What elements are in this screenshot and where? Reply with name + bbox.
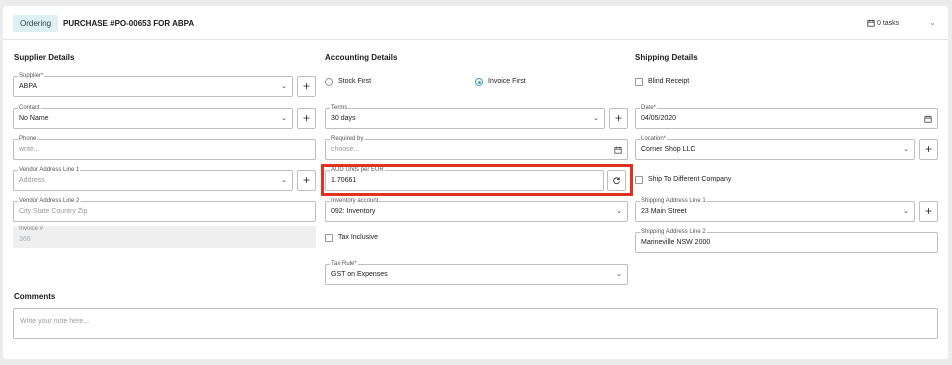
inventory-account-value: 092: Inventory bbox=[331, 208, 376, 215]
add-contact-button[interactable]: + bbox=[297, 108, 316, 129]
contact-label: Contact bbox=[18, 104, 41, 112]
terms-select[interactable]: Terms 30 days ⌄ bbox=[325, 104, 605, 129]
blind-receipt-label: Blind Receipt bbox=[648, 78, 690, 85]
vendor-address-line2-label: Vendor Address Line 2 bbox=[18, 197, 81, 205]
invoice-number-value: 366 bbox=[19, 236, 31, 243]
comments-placeholder: Write your note here... bbox=[20, 318, 90, 325]
terms-label: Terms bbox=[330, 104, 349, 112]
location-value: Corner Shop LLC bbox=[641, 146, 696, 153]
ship-to-different-company-checkbox[interactable] bbox=[635, 176, 643, 184]
shipping-address-line1-select[interactable]: Shipping Address Line 1 23 Main Street ⌄ bbox=[635, 197, 915, 222]
plus-icon: + bbox=[302, 111, 310, 125]
chevron-down-icon: ⌄ bbox=[281, 83, 287, 90]
supplier-label: Supplier* bbox=[18, 72, 45, 80]
calendar-icon bbox=[867, 19, 875, 27]
plus-icon: + bbox=[302, 79, 310, 93]
vendor-address-line1-select[interactable]: Vendor Address Line 1 Address ⌄ bbox=[13, 166, 293, 191]
chevron-down-icon: ⌄ bbox=[281, 115, 287, 122]
tax-rule-value: GST on Expenses bbox=[331, 271, 388, 278]
chevron-down-icon: ⌄ bbox=[593, 115, 599, 122]
vendor-address-line2-placeholder: City State Country Zip bbox=[19, 208, 88, 215]
invoice-number-label: Invoice # bbox=[19, 226, 44, 232]
location-label: Location* bbox=[640, 135, 668, 143]
add-address-button[interactable]: + bbox=[297, 170, 316, 191]
required-by-field[interactable]: Required by choose... bbox=[325, 135, 628, 160]
supplier-select[interactable]: Supplier* ABPA ⌄ bbox=[13, 72, 293, 97]
vendor-address-line2-field[interactable]: Vendor Address Line 2 City State Country… bbox=[13, 197, 316, 222]
supplier-details-title: Supplier Details bbox=[14, 53, 75, 62]
add-supplier-button[interactable]: + bbox=[297, 76, 316, 97]
supplier-value: ABPA bbox=[19, 83, 38, 90]
phone-placeholder: write... bbox=[19, 146, 40, 153]
plus-icon: + bbox=[302, 173, 310, 187]
stock-first-label: Stock First bbox=[338, 78, 372, 85]
highlight-box bbox=[321, 164, 633, 196]
tasks-label: 0 tasks bbox=[877, 19, 900, 27]
shipping-address-line1-label: Shipping Address Line 1 bbox=[640, 197, 707, 205]
location-select[interactable]: Location* Corner Shop LLC ⌄ bbox=[635, 135, 915, 160]
header: Ordering PURCHASE #PO-00653 FOR ABPA 0 t… bbox=[3, 6, 948, 40]
vendor-address-line1-label: Vendor Address Line 1 bbox=[18, 166, 81, 174]
required-by-placeholder: choose... bbox=[331, 146, 360, 153]
shipping-date-label: Date* bbox=[640, 104, 658, 112]
phone-field[interactable]: Phone write... bbox=[13, 135, 316, 160]
add-terms-button[interactable]: + bbox=[609, 108, 628, 129]
stock-first-radio[interactable] bbox=[325, 78, 333, 86]
add-shipping-address-button[interactable]: + bbox=[919, 201, 938, 222]
invoice-first-radio[interactable] bbox=[475, 78, 483, 86]
ordering-badge[interactable]: Ordering bbox=[13, 15, 59, 32]
chevron-down-icon: ⌄ bbox=[903, 146, 909, 153]
chevron-down-icon: ⌄ bbox=[616, 208, 622, 215]
plus-icon: + bbox=[924, 204, 932, 218]
shipping-date-field[interactable]: Date* 04/05/2020 bbox=[635, 104, 938, 129]
tasks-button[interactable]: 0 tasks bbox=[867, 19, 899, 27]
phone-label: Phone bbox=[18, 135, 38, 143]
invoice-first-label: Invoice First bbox=[488, 78, 526, 85]
shipping-address-line1-value: 23 Main Street bbox=[641, 208, 687, 215]
tax-rule-select[interactable]: Tax Rule* GST on Expenses ⌄ bbox=[325, 260, 628, 285]
page-title: PURCHASE #PO-00653 FOR ABPA bbox=[63, 19, 195, 28]
plus-icon: + bbox=[924, 142, 932, 156]
accounting-details-title: Accounting Details bbox=[325, 53, 398, 62]
shipping-address-line2-value: Marineville NSW 2000 bbox=[641, 239, 711, 246]
calendar-icon[interactable] bbox=[614, 146, 622, 154]
invoice-number-field: Invoice # 366 bbox=[13, 226, 316, 248]
tax-rule-label: Tax Rule* bbox=[330, 260, 358, 268]
contact-select[interactable]: Contact No Name ⌄ bbox=[13, 104, 293, 129]
plus-icon: + bbox=[614, 111, 622, 125]
chevron-down-icon[interactable]: ⌄ bbox=[929, 18, 936, 27]
shipping-date-value: 04/05/2020 bbox=[641, 115, 677, 122]
vendor-address-line1-placeholder: Address bbox=[19, 177, 45, 184]
chevron-down-icon: ⌄ bbox=[616, 271, 622, 278]
comments-title: Comments bbox=[14, 292, 56, 301]
shipping-address-line2-field[interactable]: Shipping Address Line 2 Marineville NSW … bbox=[635, 228, 938, 253]
calendar-icon[interactable] bbox=[924, 115, 932, 123]
add-location-button[interactable]: + bbox=[919, 139, 938, 160]
blind-receipt-checkbox[interactable] bbox=[635, 78, 643, 86]
purchase-order-card: Ordering PURCHASE #PO-00653 FOR ABPA 0 t… bbox=[3, 6, 948, 359]
terms-value: 30 days bbox=[331, 115, 356, 122]
ship-to-different-company-label: Ship To Different Company bbox=[648, 176, 732, 183]
tax-inclusive-label: Tax Inclusive bbox=[338, 234, 379, 241]
required-by-label: Required by bbox=[330, 135, 365, 143]
tax-inclusive-checkbox[interactable] bbox=[325, 234, 333, 242]
shipping-details-title: Shipping Details bbox=[635, 53, 698, 62]
comments-textarea[interactable]: Write your note here... bbox=[13, 308, 938, 339]
chevron-down-icon: ⌄ bbox=[903, 208, 909, 215]
inventory-account-select[interactable]: Inventory account 092: Inventory ⌄ bbox=[325, 197, 628, 222]
contact-value: No Name bbox=[19, 115, 49, 122]
shipping-address-line2-label: Shipping Address Line 2 bbox=[640, 228, 707, 236]
inventory-account-label: Inventory account bbox=[330, 197, 380, 205]
chevron-down-icon: ⌄ bbox=[281, 177, 287, 184]
